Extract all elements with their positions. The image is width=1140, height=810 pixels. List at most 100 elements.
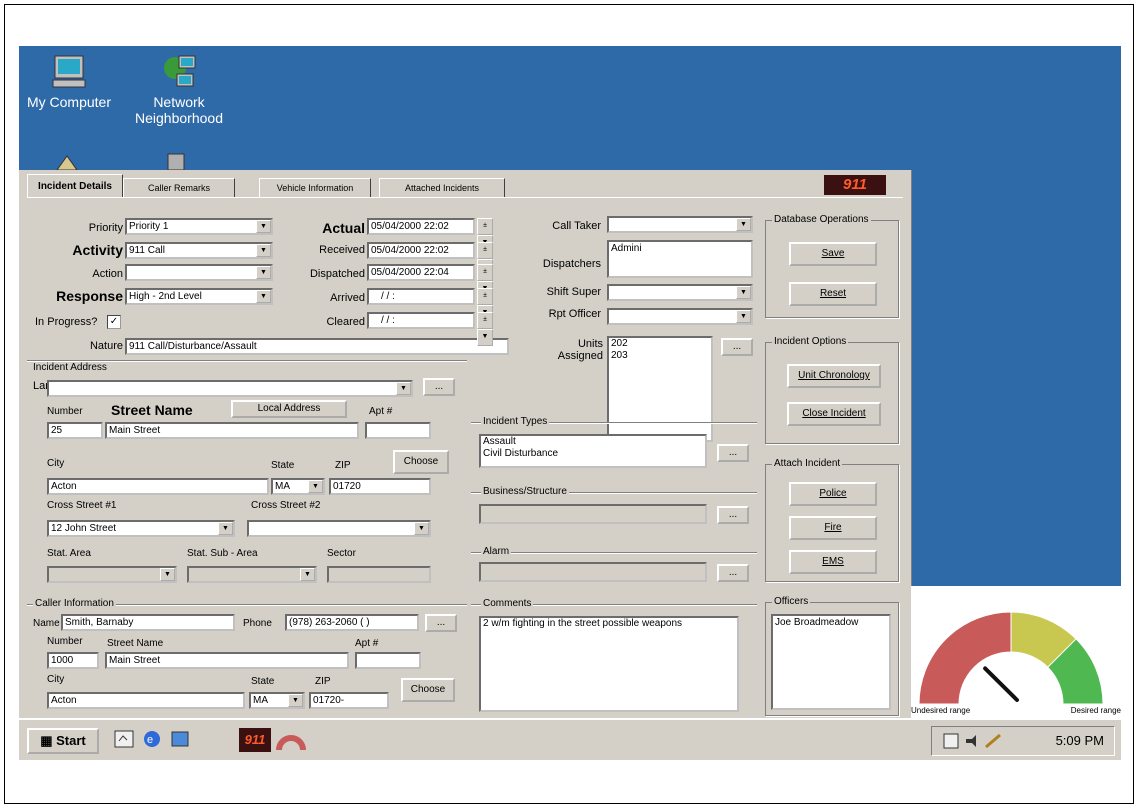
activity-select[interactable]: 911 Call ▼ <box>125 242 273 259</box>
chevron-down-icon[interactable]: ▼ <box>160 568 175 581</box>
chevron-down-icon[interactable]: ▼ <box>414 522 429 535</box>
tab-attached-incidents[interactable]: Attached Incidents <box>379 178 505 198</box>
chevron-down-icon[interactable]: ▼ <box>736 286 751 299</box>
officers-list[interactable]: Joe Broadmeadow <box>771 614 891 710</box>
chevron-down-icon[interactable]: ▼ <box>256 266 271 279</box>
chevron-down-icon[interactable]: ▼ <box>736 218 751 231</box>
cross-street-1-select[interactable]: 12 John Street ▼ <box>47 520 235 537</box>
address-number-field[interactable]: 25 <box>47 422 103 439</box>
comments-textarea[interactable]: 2 w/m fighting in the street possible we… <box>479 616 739 712</box>
desktop-icon-my-computer[interactable]: My Computer <box>19 54 119 110</box>
stat-area-select[interactable]: ▼ <box>47 566 177 583</box>
start-button[interactable]: ▦ Start <box>27 728 99 754</box>
chevron-down-icon[interactable]: ▼ <box>256 290 271 303</box>
arrived-time-field[interactable]: / / : <box>367 288 475 305</box>
cleared-spinner[interactable]: ±▼ <box>477 312 507 346</box>
local-address-button[interactable]: Local Address <box>231 400 347 418</box>
action-select[interactable]: ▼ <box>125 264 273 281</box>
units-browse-button[interactable]: ... <box>721 338 753 356</box>
street-name-field[interactable]: Main Street <box>105 422 359 439</box>
caller-street-field[interactable]: Main Street <box>105 652 349 669</box>
arrived-spinner[interactable]: ±▼ <box>477 288 507 322</box>
chevron-down-icon[interactable]: ▼ <box>256 244 271 257</box>
caller-state-select[interactable]: MA ▼ <box>249 692 305 709</box>
actual-time-field[interactable]: 05/04/2000 22:02 <box>367 218 475 235</box>
received-spinner[interactable]: ±▼ <box>477 242 507 276</box>
chevron-down-icon[interactable]: ▼ <box>256 220 271 233</box>
taskbar: ▦ Start e 911 5:09 PM <box>19 718 1121 760</box>
chevron-down-icon[interactable]: ▼ <box>300 568 315 581</box>
call-taker-select[interactable]: ▼ <box>607 216 753 233</box>
unit-item[interactable]: 203 <box>611 350 711 362</box>
desktop-icon-network-neighborhood[interactable]: Network Neighborhood <box>123 54 235 126</box>
address-zip-field[interactable]: 01720 <box>329 478 431 495</box>
actual-spinner[interactable]: ±▼ <box>477 218 507 252</box>
incident-types-list[interactable]: Assault Civil Disturbance <box>479 434 707 468</box>
caller-choose-button[interactable]: Choose <box>401 678 455 702</box>
address-choose-button[interactable]: Choose <box>393 450 449 474</box>
incident-type-item[interactable]: Civil Disturbance <box>483 448 705 460</box>
alarm-field[interactable] <box>479 562 707 582</box>
dispatched-time-field[interactable]: 05/04/2000 22:04 <box>367 264 475 281</box>
chevron-down-icon[interactable]: ▼ <box>308 480 323 493</box>
police-button[interactable]: Police <box>789 482 877 506</box>
units-list[interactable]: 202 203 <box>607 336 713 442</box>
incident-type-item[interactable]: Assault <box>483 436 705 448</box>
dispatched-spinner[interactable]: ±▼ <box>477 264 507 298</box>
tray-icons[interactable] <box>942 731 1006 751</box>
desktop-shortcut-icon[interactable] <box>113 728 135 750</box>
address-state-select[interactable]: MA ▼ <box>271 478 325 495</box>
dispatchers-list[interactable]: Admini <box>607 240 753 278</box>
sector-field[interactable] <box>327 566 431 583</box>
address-city-field[interactable]: Acton <box>47 478 269 495</box>
incident-types-browse-button[interactable]: ... <box>717 444 749 462</box>
caller-number-field[interactable]: 1000 <box>47 652 99 669</box>
activity-label: Activity <box>72 242 123 258</box>
response-select[interactable]: High - 2nd Level ▼ <box>125 288 273 305</box>
save-button[interactable]: Save <box>789 242 877 266</box>
nature-field[interactable]: 911 Call/Disturbance/Assault <box>125 338 509 355</box>
priority-select[interactable]: Priority 1 ▼ <box>125 218 273 235</box>
received-time-field[interactable]: 05/04/2000 22:02 <box>367 242 475 259</box>
shift-super-select[interactable]: ▼ <box>607 284 753 301</box>
caller-name-field[interactable]: Smith, Barnaby <box>61 614 235 631</box>
chevron-down-icon[interactable]: ▼ <box>288 694 303 707</box>
outlook-icon[interactable] <box>169 728 191 750</box>
alarm-browse-button[interactable]: ... <box>717 564 749 582</box>
unit-chronology-button[interactable]: Unit Chronology <box>787 364 881 388</box>
caller-phone-field[interactable]: (978) 263-2060 ( ) <box>285 614 419 631</box>
chevron-down-icon[interactable]: ▼ <box>396 382 411 395</box>
business-browse-button[interactable]: ... <box>717 506 749 524</box>
caller-zip-field[interactable]: 01720- <box>309 692 389 709</box>
reset-button[interactable]: Reset <box>789 282 877 306</box>
caller-zip-label: ZIP <box>315 676 331 687</box>
close-incident-button[interactable]: Close Incident <box>787 402 881 426</box>
tab-incident-details[interactable]: Incident Details <box>27 174 123 198</box>
caller-street-label: Street Name <box>107 638 164 649</box>
tab-caller-remarks[interactable]: Caller Remarks <box>123 178 235 198</box>
landmark-select[interactable]: ▼ <box>47 380 413 397</box>
cleared-time-field[interactable]: / / : <box>367 312 475 329</box>
chevron-down-icon[interactable]: ▼ <box>736 310 751 323</box>
landmark-browse-button[interactable]: ... <box>423 378 455 396</box>
street-name-label: Street Name <box>111 402 193 418</box>
ems-button[interactable]: EMS <box>789 550 877 574</box>
taskbar-911-app[interactable]: 911 <box>239 728 271 752</box>
caller-city-field[interactable]: Acton <box>47 692 245 709</box>
taskbar-gauge-app-icon[interactable] <box>275 728 307 752</box>
business-structure-field[interactable] <box>479 504 707 524</box>
fire-button[interactable]: Fire <box>789 516 877 540</box>
rpt-officer-select[interactable]: ▼ <box>607 308 753 325</box>
stat-sub-area-select[interactable]: ▼ <box>187 566 317 583</box>
unit-item[interactable]: 202 <box>611 338 711 350</box>
cross-street-2-select[interactable]: ▼ <box>247 520 431 537</box>
caller-phone-browse-button[interactable]: ... <box>425 614 457 632</box>
address-apt-field[interactable] <box>365 422 431 439</box>
tab-vehicle-information[interactable]: Vehicle Information <box>259 178 371 198</box>
caller-apt-field[interactable] <box>355 652 421 669</box>
recycle-bin-icon <box>165 152 187 171</box>
in-progress-checkbox[interactable]: ✓ <box>107 315 121 329</box>
browser-icon[interactable]: e <box>141 728 163 750</box>
chevron-down-icon[interactable]: ▼ <box>218 522 233 535</box>
svg-text:e: e <box>147 734 153 746</box>
